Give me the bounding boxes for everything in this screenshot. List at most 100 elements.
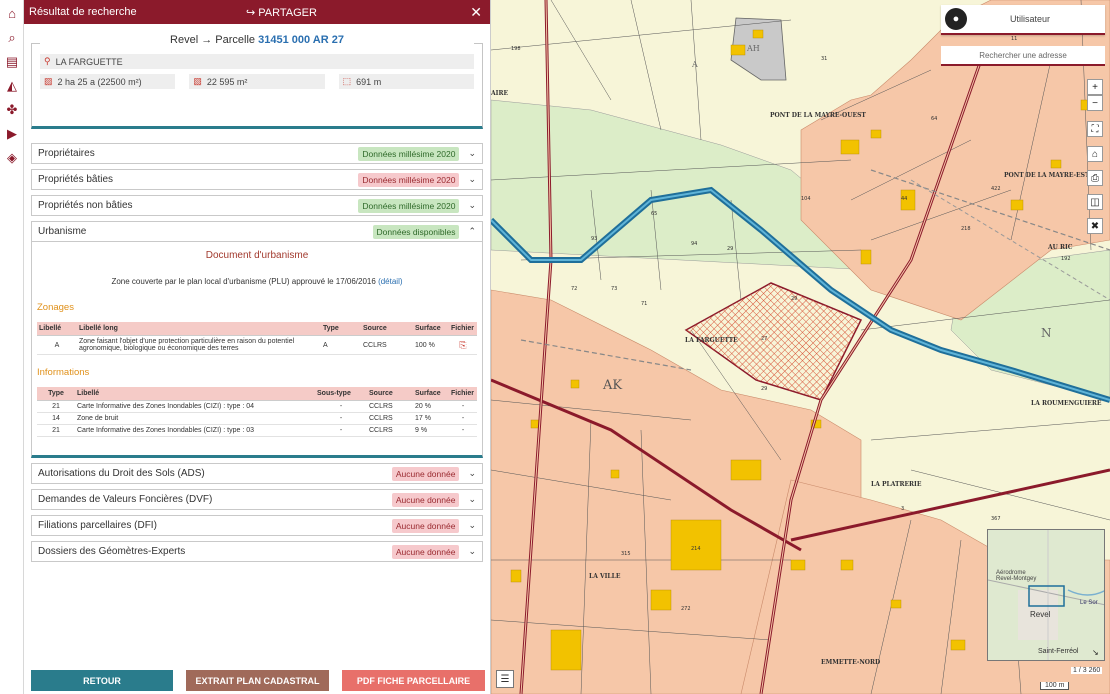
- table-row: 14 Zone de bruit - CCLRS 17 % -: [37, 412, 477, 425]
- video-icon[interactable]: ▶: [0, 122, 24, 146]
- measure-icon[interactable]: ◭: [0, 74, 24, 98]
- status-badge: Données millésime 2020: [358, 146, 460, 161]
- svg-text:72: 72: [571, 286, 577, 292]
- doc-text: Zone couverte par le plan local d'urbani…: [111, 277, 403, 286]
- pdf-parcel-button[interactable]: PDF FICHE PARCELLAIRE: [342, 670, 485, 691]
- user-menu[interactable]: ● Utilisateur: [941, 5, 1105, 35]
- home-view-icon[interactable]: ⌂: [1087, 146, 1103, 162]
- svg-text:64: 64: [931, 116, 937, 122]
- section-label: AH: [747, 44, 760, 53]
- urbanisme-body: Document d'urbanisme Zone couverte par l…: [31, 242, 483, 458]
- bookmark-icon[interactable]: ◫: [1087, 194, 1103, 210]
- chevron-down-icon: ⌄: [468, 546, 476, 556]
- informations-table: Type Libellé Sous-type Source Surface Fi…: [37, 387, 477, 437]
- close-icon[interactable]: ✕: [470, 4, 482, 21]
- accordion-proprietaires[interactable]: Propriétaires Données millésime 2020 ⌄: [31, 143, 483, 164]
- status-badge: Données millésime 2020: [358, 172, 460, 187]
- user-avatar-icon: ●: [945, 8, 967, 30]
- doc-title: Document d'urbanisme: [205, 250, 309, 261]
- accordion-proprietes-baties[interactable]: Propriétés bâties Données millésime 2020…: [31, 169, 483, 190]
- table-row: 21 Carte Informative des Zones Inondable…: [37, 424, 477, 437]
- map-label: LA VILLE: [589, 573, 621, 580]
- svg-text:104: 104: [801, 196, 811, 202]
- scale-bar: 100 m: [1040, 682, 1070, 690]
- svg-text:27: 27: [761, 336, 767, 342]
- tools-icon[interactable]: ✖: [1087, 218, 1103, 234]
- legend-list-icon[interactable]: ☰: [496, 670, 514, 688]
- chevron-down-icon: ⌄: [468, 494, 476, 504]
- perimeter-row: ⬚ 691 m: [338, 74, 474, 89]
- fullscreen-icon[interactable]: ⛶: [1087, 121, 1103, 137]
- map-label: PONT DE LA MAYRE-OUEST: [770, 112, 866, 119]
- extract-cadastral-button[interactable]: EXTRAIT PLAN CADASTRAL: [186, 670, 329, 691]
- svg-text:29: 29: [727, 246, 733, 252]
- svg-text:71: 71: [641, 301, 647, 307]
- overview-label: Saint-Ferréol: [1038, 648, 1079, 655]
- detail-link[interactable]: (détail): [378, 277, 402, 286]
- svg-text:44: 44: [901, 196, 907, 202]
- svg-text:94: 94: [691, 241, 697, 247]
- chevron-down-icon: ⌄: [468, 148, 476, 158]
- svg-text:218: 218: [961, 226, 971, 232]
- search-icon[interactable]: ⌕: [0, 26, 24, 50]
- section-label: N: [1041, 326, 1052, 340]
- result-panel: Résultat de recherche ↪ PARTAGER ✕ Revel…: [24, 0, 491, 694]
- zoom-out-button[interactable]: −: [1087, 95, 1103, 111]
- lieu-dit-row: ⚲ LA FARGUETTE: [40, 54, 474, 69]
- svg-text:367: 367: [991, 516, 1001, 522]
- svg-text:198: 198: [511, 46, 521, 52]
- accordion-proprietes-non-baties[interactable]: Propriétés non bâties Données millésime …: [31, 195, 483, 216]
- status-badge: Aucune donnée: [391, 544, 460, 559]
- pdf-file-icon[interactable]: ⎘: [459, 340, 466, 350]
- back-button[interactable]: RETOUR: [31, 670, 173, 691]
- status-badge: Aucune donnée: [391, 518, 460, 533]
- overview-toggle-icon[interactable]: ↘: [1092, 648, 1099, 657]
- share-button[interactable]: ↪ PARTAGER: [246, 6, 317, 19]
- layers-tree-icon[interactable]: ✤: [0, 98, 24, 122]
- svg-text:3: 3: [901, 506, 904, 512]
- map-label: EMMETTE-NORD: [821, 659, 881, 666]
- accordion-ads[interactable]: Autorisations du Droit des Sols (ADS) Au…: [31, 463, 483, 484]
- svg-text:29: 29: [791, 296, 797, 302]
- table-row: 21 Carte Informative des Zones Inondable…: [37, 400, 477, 413]
- section-label: A: [692, 60, 698, 69]
- print-icon[interactable]: ⎙: [1087, 170, 1103, 186]
- home-icon[interactable]: ⌂: [0, 0, 24, 26]
- parcel-title: Revel → Parcelle 31451 000 AR 27: [40, 34, 474, 54]
- chevron-down-icon: ⌄: [468, 468, 476, 478]
- informations-title: Informations: [37, 367, 90, 378]
- zoom-in-button[interactable]: +: [1087, 79, 1103, 95]
- accordion-geometres[interactable]: Dossiers des Géomètres-Experts Aucune do…: [31, 541, 483, 562]
- svg-text:31: 31: [821, 56, 827, 62]
- chevron-up-icon: ⌃: [468, 226, 476, 236]
- accordion-dfi[interactable]: Filiations parcellaires (DFI) Aucune don…: [31, 515, 483, 536]
- map-label: AU RIC: [1048, 244, 1073, 251]
- accordion-urbanisme[interactable]: Urbanisme Données disponibles ⌃: [31, 221, 483, 242]
- svg-text:73: 73: [611, 286, 617, 292]
- svg-text:272: 272: [681, 606, 691, 612]
- svg-text:65: 65: [651, 211, 657, 217]
- left-toolbar: ⌂ ⌕ ▤ ◭ ✤ ▶ ◈: [0, 0, 24, 694]
- map-label: LA PLATRERIE: [871, 481, 922, 488]
- chevron-down-icon: ⌄: [468, 520, 476, 530]
- layers-icon[interactable]: ◈: [0, 146, 24, 170]
- svg-text:315: 315: [621, 551, 631, 557]
- address-search-input[interactable]: Rechercher une adresse: [941, 46, 1105, 66]
- status-badge: Données millésime 2020: [358, 198, 460, 213]
- section-label: AK: [603, 378, 623, 393]
- user-label: Utilisateur: [1009, 14, 1050, 24]
- chevron-down-icon: ⌄: [468, 174, 476, 184]
- table-row: A Zone faisant l'objet d'une protection …: [37, 335, 477, 355]
- map-label: PONT DE LA MAYRE-EST: [1004, 172, 1090, 179]
- surface-row: ▧ 22 595 m²: [189, 74, 325, 89]
- overview-label: Le Sor: [1080, 600, 1098, 606]
- accordion-dvf[interactable]: Demandes de Valeurs Foncières (DVF) Aucu…: [31, 489, 483, 510]
- parcel-search-icon[interactable]: ▤: [0, 50, 24, 74]
- overview-map[interactable]: Aérodrome Revel-Montgey Revel Saint-Ferr…: [987, 529, 1105, 661]
- status-badge: Aucune donnée: [391, 466, 460, 481]
- svg-text:192: 192: [1061, 256, 1071, 262]
- parcel-ref: 31451 000 AR 27: [258, 34, 344, 46]
- map-label: LA FARGUETTE: [685, 337, 738, 344]
- chevron-down-icon: ⌄: [468, 200, 476, 210]
- svg-text:214: 214: [691, 546, 701, 552]
